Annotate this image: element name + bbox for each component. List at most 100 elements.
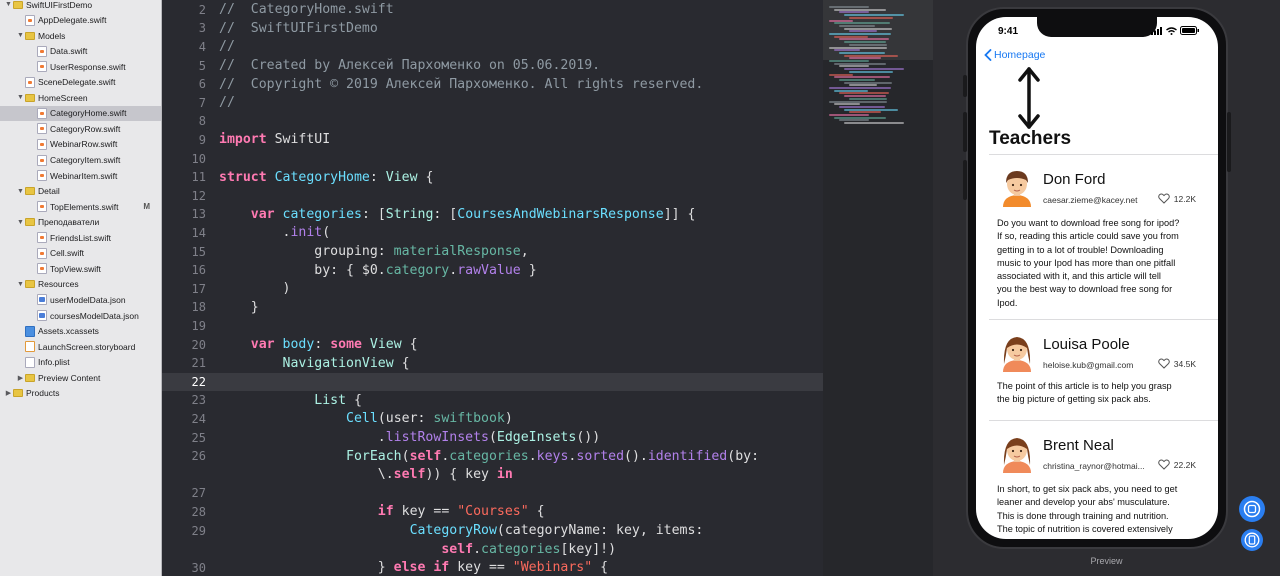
navigator-item[interactable]: ▼ Resources bbox=[0, 277, 161, 292]
code-line[interactable]: 26 ForEach(self.categories.keys.sorted()… bbox=[162, 447, 823, 466]
navigator-item[interactable]: TopView.swift bbox=[0, 261, 161, 276]
code-line[interactable]: 25 .listRowInsets(EdgeInsets()) bbox=[162, 428, 823, 447]
teacher-email: heloise.kub@gmail.com bbox=[1043, 360, 1134, 370]
code-line[interactable]: 13 var categories: [String: [CoursesAndW… bbox=[162, 205, 823, 224]
navigator-item[interactable]: ▼ Models bbox=[0, 28, 161, 43]
code-token: { bbox=[401, 337, 418, 353]
likes-counter[interactable]: 22.2K bbox=[1158, 459, 1196, 470]
disclosure-open-icon[interactable]: ▼ bbox=[16, 188, 25, 195]
code-minimap[interactable] bbox=[823, 0, 933, 576]
navigator-item[interactable]: ▶ Preview Content bbox=[0, 370, 161, 385]
navigator-item-label: CategoryRow.swift bbox=[50, 123, 121, 134]
navigator-item[interactable]: ▶ Products bbox=[0, 386, 161, 401]
disclosure-open-icon[interactable]: ▼ bbox=[16, 219, 25, 226]
live-preview-button[interactable] bbox=[1239, 496, 1265, 522]
navigator-item[interactable]: ▼ SwiftUIFirstDemo bbox=[0, 0, 161, 12]
code-token: init bbox=[290, 225, 323, 241]
disclosure-closed-icon[interactable]: ▶ bbox=[4, 389, 13, 397]
disclosure-open-icon[interactable]: ▼ bbox=[16, 281, 25, 288]
minimap-line bbox=[844, 122, 904, 125]
minimap-line bbox=[849, 57, 881, 60]
row-divider bbox=[989, 420, 1218, 421]
code-line[interactable]: 27 bbox=[162, 484, 823, 503]
navigator-item[interactable]: Cell.swift bbox=[0, 246, 161, 261]
navigator-item[interactable]: LaunchScreen.storyboard bbox=[0, 339, 161, 354]
code-line[interactable]: 17 ) bbox=[162, 280, 823, 299]
code-line[interactable]: 22 bbox=[162, 372, 823, 392]
code-line[interactable]: 9 import SwiftUI bbox=[162, 131, 823, 150]
code-line[interactable]: 12 bbox=[162, 187, 823, 206]
navigator-item[interactable]: ▼ HomeScreen bbox=[0, 90, 161, 105]
code-line[interactable]: 11 struct CategoryHome: View { bbox=[162, 168, 823, 187]
navigator-item[interactable]: WebinarRow.swift bbox=[0, 137, 161, 152]
code-line[interactable]: 4 // bbox=[162, 38, 823, 57]
code-line[interactable]: 15 grouping: materialResponse, bbox=[162, 242, 823, 261]
code-line[interactable]: 21 NavigationView { bbox=[162, 354, 823, 373]
navigator-item[interactable]: ▼ Detail bbox=[0, 184, 161, 199]
disclosure-closed-icon[interactable]: ▶ bbox=[16, 374, 25, 382]
code-token: self bbox=[441, 541, 474, 557]
navigator-item[interactable]: SceneDelegate.swift bbox=[0, 75, 161, 90]
likes-counter[interactable]: 34.5K bbox=[1158, 358, 1196, 369]
code-line[interactable]: self.categories[key]!) bbox=[162, 540, 823, 559]
code-line[interactable]: 2 // CategoryHome.swift bbox=[162, 1, 823, 20]
code-line[interactable]: 14 .init( bbox=[162, 224, 823, 243]
navigator-item[interactable]: ▼ Преподаватели bbox=[0, 215, 161, 230]
mute-switch bbox=[963, 75, 967, 97]
navigator-item[interactable]: FriendsList.swift bbox=[0, 230, 161, 245]
likes-counter[interactable]: 12.2K bbox=[1158, 193, 1196, 204]
line-number: 26 bbox=[191, 449, 206, 464]
navigator-item[interactable]: CategoryHome.swift bbox=[0, 105, 161, 121]
code-text: ) bbox=[206, 281, 291, 296]
minimap-line bbox=[829, 6, 869, 8]
code-editor[interactable]: 2 // CategoryHome.swift 3 // SwiftUIFirstDe… bbox=[162, 0, 823, 576]
preview-on-device-button[interactable] bbox=[1241, 529, 1263, 551]
code-line[interactable]: 6 // Copyright © 2019 Алексей Пархоменко.… bbox=[162, 75, 823, 94]
navigator-item[interactable]: Info.plist bbox=[0, 355, 161, 370]
navigator-item[interactable]: coursesModelData.json bbox=[0, 308, 161, 323]
code-line[interactable]: \.self)) { key in bbox=[162, 466, 823, 485]
navigator-item[interactable]: CategoryItem.swift bbox=[0, 153, 161, 168]
heart-icon bbox=[1158, 358, 1170, 369]
code-line[interactable]: 23 List { bbox=[162, 391, 823, 410]
code-line[interactable]: 10 bbox=[162, 149, 823, 168]
code-line[interactable]: 19 bbox=[162, 317, 823, 336]
swift-file-icon bbox=[25, 14, 35, 26]
line-number: 22 bbox=[191, 374, 206, 389]
navigator-item[interactable]: TopElements.swift M bbox=[0, 199, 161, 214]
disclosure-open-icon[interactable]: ▼ bbox=[16, 32, 25, 39]
navigator-item[interactable]: Assets.xcassets bbox=[0, 324, 161, 339]
teacher-bio: Do you want to download free song for ip… bbox=[997, 217, 1202, 310]
disclosure-open-icon[interactable]: ▼ bbox=[16, 94, 25, 101]
code-token: listRowInsets bbox=[385, 430, 489, 446]
line-number: 15 bbox=[191, 244, 206, 259]
code-text: NavigationView { bbox=[206, 356, 410, 371]
navigator-item[interactable]: userModelData.json bbox=[0, 292, 161, 307]
code-line[interactable]: 24 Cell(user: swiftbook) bbox=[162, 410, 823, 429]
code-token: : [ bbox=[433, 206, 458, 222]
code-line[interactable]: 29 CategoryRow(categoryName: key, items: bbox=[162, 521, 823, 540]
navigator-item[interactable]: AppDelegate.swift bbox=[0, 13, 161, 28]
code-line[interactable]: 7 // bbox=[162, 94, 823, 113]
minimap-line bbox=[829, 73, 853, 76]
bio-line: music to your Ipod has more than one pit… bbox=[997, 257, 1176, 268]
code-line[interactable]: 5 // Created by Алексей Пархоменко on 05.… bbox=[162, 56, 823, 75]
code-line[interactable]: 16 by: { $0.category.rawValue } bbox=[162, 261, 823, 280]
likes-count: 34.5K bbox=[1173, 358, 1196, 369]
code-line[interactable]: 18 } bbox=[162, 298, 823, 317]
navigator-item[interactable]: CategoryRow.swift bbox=[0, 121, 161, 136]
code-line[interactable]: 3 // SwiftUIFirstDemo bbox=[162, 19, 823, 38]
back-button[interactable]: Homepage bbox=[984, 49, 1045, 61]
code-line[interactable]: 8 bbox=[162, 112, 823, 131]
code-line[interactable]: 20 var body: some View { bbox=[162, 335, 823, 354]
navigator-item[interactable]: Data.swift bbox=[0, 44, 161, 59]
likes-count: 22.2K bbox=[1173, 459, 1196, 470]
navigator-item[interactable]: WebinarItem.swift bbox=[0, 168, 161, 183]
code-line[interactable]: 30 } else if key == "Webinars" { bbox=[162, 559, 823, 576]
code-line[interactable]: 28 if key == "Courses" { bbox=[162, 503, 823, 522]
navigator-item[interactable]: UserResponse.swift bbox=[0, 59, 161, 74]
project-navigator: ▼ SwiftUIFirstDemo AppDelegate.swift ▼ Model… bbox=[0, 0, 162, 576]
disclosure-open-icon[interactable]: ▼ bbox=[4, 1, 13, 8]
folder-file-icon bbox=[25, 31, 35, 40]
